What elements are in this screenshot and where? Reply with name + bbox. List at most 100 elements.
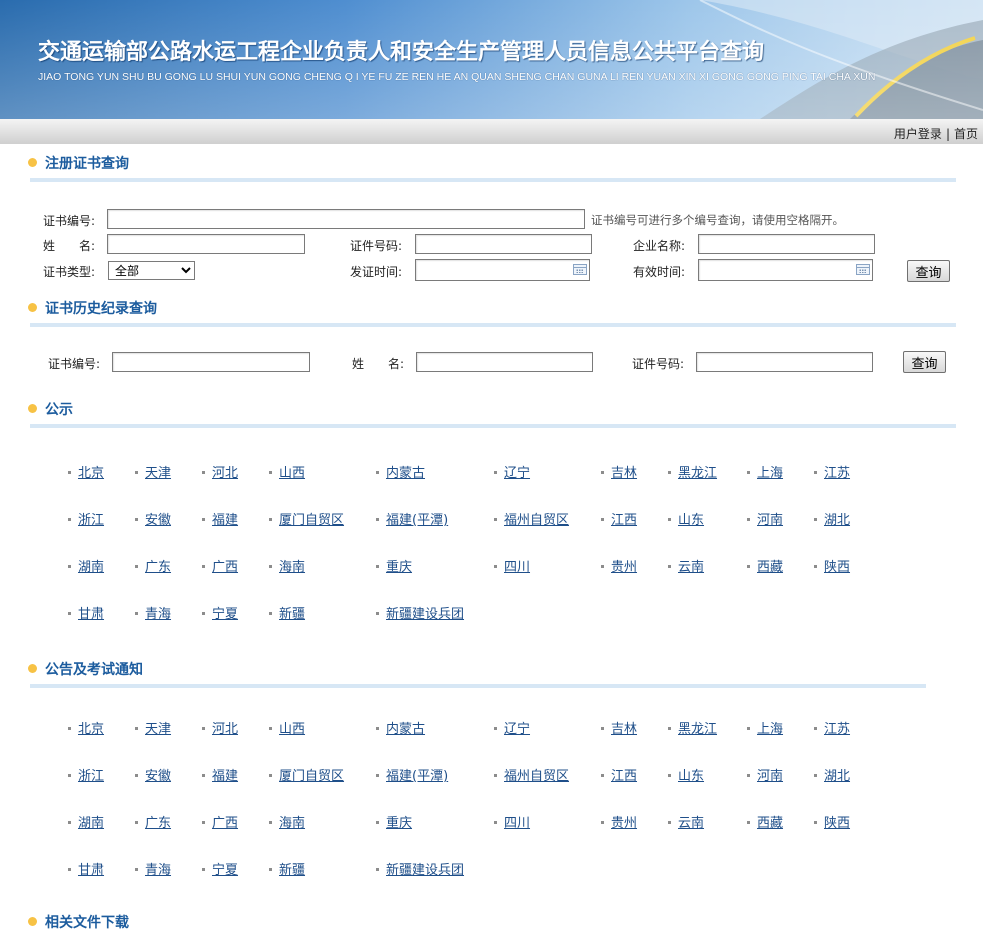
valid-date-input[interactable] (698, 259, 873, 281)
region-link[interactable]: 天津 (145, 466, 171, 481)
region-link[interactable]: 四川 (504, 560, 530, 575)
region-link[interactable]: 海南 (279, 816, 305, 831)
region-item[interactable]: 上海 (747, 718, 783, 737)
region-link[interactable]: 湖南 (78, 560, 104, 575)
region-link[interactable]: 宁夏 (212, 607, 238, 622)
region-item[interactable]: 青海 (135, 603, 171, 622)
region-link[interactable]: 内蒙古 (386, 722, 425, 737)
region-link[interactable]: 安徽 (145, 513, 171, 528)
region-item[interactable]: 浙江 (68, 509, 104, 528)
region-link[interactable]: 安徽 (145, 769, 171, 784)
region-item[interactable]: 湖南 (68, 556, 104, 575)
cert-no-input[interactable] (107, 209, 585, 229)
region-link[interactable]: 甘肃 (78, 863, 104, 878)
region-link[interactable]: 海南 (279, 560, 305, 575)
region-item[interactable]: 辽宁 (494, 462, 530, 481)
name-input[interactable] (107, 234, 305, 254)
region-link[interactable]: 福建(平潭) (386, 513, 448, 528)
region-item[interactable]: 河南 (747, 509, 783, 528)
region-link[interactable]: 吉林 (611, 466, 637, 481)
region-item[interactable]: 河北 (202, 462, 238, 481)
region-link[interactable]: 甘肃 (78, 607, 104, 622)
region-item[interactable]: 陕西 (814, 812, 850, 831)
region-link[interactable]: 厦门自贸区 (279, 769, 344, 784)
history-query-submit-button[interactable]: 查询 (903, 351, 946, 373)
login-link[interactable]: 用户登录 (894, 127, 942, 141)
region-link[interactable]: 吉林 (611, 722, 637, 737)
region-link[interactable]: 贵州 (611, 560, 637, 575)
region-link[interactable]: 陕西 (824, 560, 850, 575)
region-item[interactable]: 福州自贸区 (494, 509, 569, 528)
region-item[interactable]: 安徽 (135, 509, 171, 528)
region-item[interactable]: 内蒙古 (376, 718, 425, 737)
region-item[interactable]: 吉林 (601, 718, 637, 737)
id-no-input[interactable] (415, 234, 592, 254)
region-item[interactable]: 重庆 (376, 556, 412, 575)
region-item[interactable]: 西藏 (747, 556, 783, 575)
region-link[interactable]: 黑龙江 (678, 466, 717, 481)
region-link[interactable]: 天津 (145, 722, 171, 737)
region-item[interactable]: 北京 (68, 462, 104, 481)
region-item[interactable]: 贵州 (601, 556, 637, 575)
region-item[interactable]: 宁夏 (202, 603, 238, 622)
region-item[interactable]: 甘肃 (68, 859, 104, 878)
region-item[interactable]: 青海 (135, 859, 171, 878)
region-item[interactable]: 福州自贸区 (494, 765, 569, 784)
region-item[interactable]: 福建(平潭) (376, 765, 448, 784)
region-item[interactable]: 新疆建设兵团 (376, 603, 464, 622)
region-link[interactable]: 厦门自贸区 (279, 513, 344, 528)
region-item[interactable]: 黑龙江 (668, 718, 717, 737)
home-link[interactable]: 首页 (954, 127, 978, 141)
region-item[interactable]: 辽宁 (494, 718, 530, 737)
region-item[interactable]: 西藏 (747, 812, 783, 831)
region-link[interactable]: 江西 (611, 769, 637, 784)
region-item[interactable]: 厦门自贸区 (269, 509, 344, 528)
region-item[interactable]: 福建 (202, 509, 238, 528)
region-link[interactable]: 新疆 (279, 863, 305, 878)
region-link[interactable]: 湖北 (824, 769, 850, 784)
region-link[interactable]: 青海 (145, 863, 171, 878)
history-name-input[interactable] (416, 352, 593, 372)
region-item[interactable]: 江苏 (814, 718, 850, 737)
history-cert-no-input[interactable] (112, 352, 310, 372)
region-link[interactable]: 福建(平潭) (386, 769, 448, 784)
region-link[interactable]: 西藏 (757, 816, 783, 831)
region-item[interactable]: 云南 (668, 812, 704, 831)
region-link[interactable]: 山西 (279, 466, 305, 481)
region-link[interactable]: 四川 (504, 816, 530, 831)
region-item[interactable]: 山西 (269, 462, 305, 481)
region-item[interactable]: 山西 (269, 718, 305, 737)
region-item[interactable]: 山东 (668, 509, 704, 528)
region-item[interactable]: 北京 (68, 718, 104, 737)
region-item[interactable]: 黑龙江 (668, 462, 717, 481)
region-link[interactable]: 北京 (78, 466, 104, 481)
region-link[interactable]: 河北 (212, 722, 238, 737)
region-link[interactable]: 上海 (757, 466, 783, 481)
region-link[interactable]: 广东 (145, 816, 171, 831)
region-link[interactable]: 宁夏 (212, 863, 238, 878)
region-link[interactable]: 内蒙古 (386, 466, 425, 481)
region-link[interactable]: 湖北 (824, 513, 850, 528)
region-item[interactable]: 陕西 (814, 556, 850, 575)
region-link[interactable]: 山西 (279, 722, 305, 737)
region-item[interactable]: 江西 (601, 765, 637, 784)
region-link[interactable]: 湖南 (78, 816, 104, 831)
region-link[interactable]: 辽宁 (504, 722, 530, 737)
region-item[interactable]: 上海 (747, 462, 783, 481)
region-item[interactable]: 广东 (135, 556, 171, 575)
region-item[interactable]: 贵州 (601, 812, 637, 831)
region-link[interactable]: 重庆 (386, 560, 412, 575)
region-item[interactable]: 云南 (668, 556, 704, 575)
region-item[interactable]: 新疆 (269, 603, 305, 622)
region-item[interactable]: 山东 (668, 765, 704, 784)
region-item[interactable]: 海南 (269, 812, 305, 831)
region-link[interactable]: 山东 (678, 769, 704, 784)
region-link[interactable]: 河北 (212, 466, 238, 481)
region-link[interactable]: 云南 (678, 816, 704, 831)
history-id-no-input[interactable] (696, 352, 873, 372)
region-link[interactable]: 新疆建设兵团 (386, 607, 464, 622)
region-item[interactable]: 江西 (601, 509, 637, 528)
region-item[interactable]: 内蒙古 (376, 462, 425, 481)
region-link[interactable]: 广西 (212, 816, 238, 831)
region-link[interactable]: 重庆 (386, 816, 412, 831)
